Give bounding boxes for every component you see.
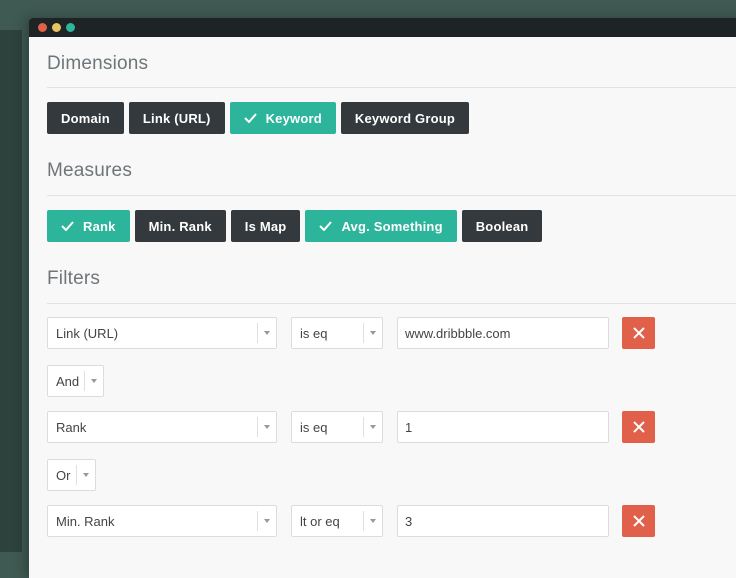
minimize-window-button[interactable] [52, 23, 61, 32]
divider [47, 303, 736, 304]
divider [84, 371, 85, 391]
divider [257, 511, 258, 531]
chip-link-url[interactable]: Link (URL) [128, 102, 225, 134]
chip-keyword-group[interactable]: Keyword Group [340, 102, 470, 134]
check-icon [61, 221, 74, 231]
chevron-down-icon [264, 331, 270, 335]
chip-label: Boolean [475, 218, 529, 234]
divider [257, 323, 258, 343]
divider [47, 195, 736, 196]
select-value: Or [56, 467, 71, 483]
chip-label: Min. Rank [148, 218, 212, 234]
maximize-window-button[interactable] [66, 23, 75, 32]
chip-min-rank[interactable]: Min. Rank [134, 210, 226, 242]
select-value: is eq [300, 419, 328, 435]
chip-avg-something[interactable]: Avg. Something [305, 210, 457, 242]
filter-value-input[interactable] [397, 317, 609, 349]
divider [76, 465, 77, 485]
close-icon [632, 421, 645, 433]
chip-is-map[interactable]: Is Map [230, 210, 301, 242]
remove-filter-button[interactable] [622, 411, 655, 443]
app-window: Dimensions Domain Link (URL) Keyword Key… [29, 18, 736, 578]
chevron-down-icon [91, 379, 97, 383]
chip-label: Is Map [244, 218, 287, 234]
select-value: Rank [56, 419, 87, 435]
title-bar [29, 18, 736, 37]
divider [47, 87, 736, 88]
filter-operator-select[interactable]: lt or eq [291, 505, 383, 537]
filter-connector-select[interactable]: Or [47, 459, 96, 491]
filter-field-select[interactable]: Link (URL) [47, 317, 277, 349]
chevron-down-icon [83, 473, 89, 477]
filter-connector-select[interactable]: And [47, 365, 104, 397]
chevron-down-icon [370, 519, 376, 523]
chip-label: Keyword Group [354, 110, 456, 126]
filter-field-select[interactable]: Min. Rank [47, 505, 277, 537]
filter-value-input[interactable] [397, 411, 609, 443]
chip-label: Keyword [265, 110, 322, 126]
chip-label: Domain [61, 110, 110, 126]
select-value: is eq [300, 325, 328, 341]
filter-value-input[interactable] [397, 505, 609, 537]
chip-keyword[interactable]: Keyword [229, 102, 336, 134]
chip-label: Rank [83, 218, 116, 234]
check-icon [243, 113, 257, 123]
filter-field-select[interactable]: Rank [47, 411, 277, 443]
chevron-down-icon [264, 519, 270, 523]
select-value: lt or eq [300, 513, 340, 529]
close-icon [632, 515, 645, 527]
divider [363, 511, 364, 531]
check-icon [319, 221, 333, 231]
select-value: Link (URL) [56, 325, 119, 341]
chevron-down-icon [370, 425, 376, 429]
close-window-button[interactable] [38, 23, 47, 32]
chevron-down-icon [264, 425, 270, 429]
measures-chip-row: Rank Min. Rank Is Map Avg. Something Boo… [47, 210, 543, 242]
measures-heading: Measures [47, 160, 133, 181]
chevron-down-icon [370, 331, 376, 335]
divider [363, 323, 364, 343]
chip-rank[interactable]: Rank [47, 210, 130, 242]
remove-filter-button[interactable] [622, 317, 655, 349]
dimensions-heading: Dimensions [47, 53, 149, 74]
divider [363, 417, 364, 437]
chip-label: Avg. Something [341, 218, 443, 234]
filters-heading: Filters [47, 268, 101, 289]
close-icon [632, 327, 645, 339]
remove-filter-button[interactable] [622, 505, 655, 537]
chip-boolean[interactable]: Boolean [461, 210, 543, 242]
chip-label: Link (URL) [142, 110, 211, 126]
background-window [0, 30, 22, 552]
select-value: Min. Rank [56, 513, 115, 529]
divider [257, 417, 258, 437]
chip-domain[interactable]: Domain [47, 102, 124, 134]
filter-operator-select[interactable]: is eq [291, 411, 383, 443]
dimensions-chip-row: Domain Link (URL) Keyword Keyword Group [47, 102, 470, 134]
filter-operator-select[interactable]: is eq [291, 317, 383, 349]
select-value: And [56, 373, 80, 389]
